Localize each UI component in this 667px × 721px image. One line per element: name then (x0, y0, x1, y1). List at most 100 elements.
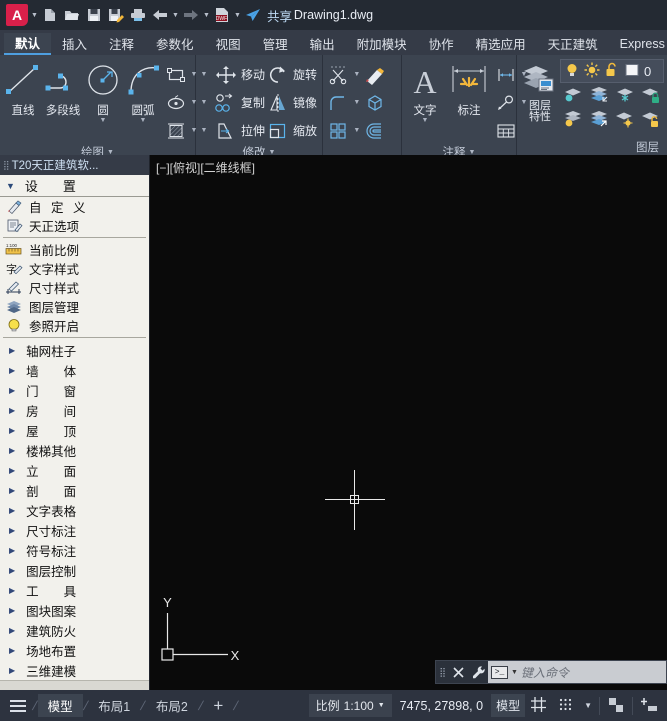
annotation-scale-selector[interactable]: 比例 1:100 ▼ (308, 694, 392, 717)
chevron-right-icon[interactable]: ▶ (9, 466, 15, 475)
chevron-right-icon[interactable]: ▶ (9, 666, 15, 675)
plot-icon[interactable] (128, 4, 148, 26)
annotation-text-button[interactable]: A 文字 ▼ (405, 59, 445, 124)
sidebar-node-fire-protection[interactable]: ▶ 建筑防火 (0, 620, 149, 640)
modify-fillet-button[interactable]: ▼ (326, 89, 362, 116)
sidebar-node-tools[interactable]: ▶ 工 具 (0, 580, 149, 600)
sidebar-item-xref-on[interactable]: 参照开启 (0, 316, 149, 335)
chevron-right-icon[interactable]: ▶ (9, 646, 15, 655)
modify-erase-button[interactable] (362, 61, 388, 88)
chevron-right-icon[interactable]: ▶ (9, 346, 15, 355)
snap-toggle-button[interactable] (552, 694, 579, 717)
sidebar-scroll[interactable]: ▼ 设 置 自 定 义 天正选项 1:100 当前比例 字 文字样式 尺寸样式 … (0, 175, 149, 680)
tab-view[interactable]: 视图 (205, 33, 252, 55)
layer-thaw-icon[interactable] (612, 107, 638, 131)
status-tab-layout2[interactable]: 布局2 (146, 694, 198, 717)
draw-ellipse-button[interactable]: ▼ (163, 89, 199, 116)
snap-dropdown-button[interactable]: ▼ (579, 694, 597, 717)
sidebar-node-elevation[interactable]: ▶ 立 面 (0, 460, 149, 480)
grid-toggle-button[interactable] (525, 694, 552, 717)
add-layout-button[interactable]: + (203, 694, 233, 717)
chevron-down-icon[interactable]: ▼ (352, 71, 362, 78)
sidebar-node-site-layout[interactable]: ▶ 场地布置 (0, 640, 149, 660)
chevron-down-icon[interactable]: ▼ (199, 127, 209, 134)
chevron-down-icon[interactable]: ▼ (352, 127, 362, 134)
layer-unlock-icon[interactable] (638, 107, 664, 131)
chevron-down-icon[interactable]: ▼ (352, 99, 362, 106)
modify-rotate-button[interactable]: 旋转 (265, 61, 317, 88)
sun-icon[interactable] (584, 62, 600, 81)
tab-collaborate[interactable]: 协作 (418, 33, 465, 55)
redo-icon[interactable] (181, 4, 201, 26)
share-label[interactable]: 共享 (267, 6, 292, 25)
application-menu-button[interactable]: A (6, 4, 28, 26)
draw-line-button[interactable]: 直线 (3, 59, 43, 118)
lightbulb-on-icon[interactable] (564, 62, 580, 81)
chevron-right-icon[interactable]: ▶ (9, 366, 15, 375)
sidebar-node-text-table[interactable]: ▶ 文字表格 (0, 500, 149, 520)
tab-parametric[interactable]: 参数化 (145, 33, 205, 55)
chevron-right-icon[interactable]: ▶ (9, 386, 15, 395)
redo-dropdown-caret[interactable]: ▼ (202, 4, 211, 26)
annotation-dimension-button[interactable]: 标注 (445, 59, 493, 118)
modify-array-dropdown[interactable]: ▼ (199, 117, 213, 144)
unlock-icon[interactable] (604, 62, 620, 81)
modify-fillet-dropdown[interactable]: ▼ (199, 89, 213, 116)
drawing-canvas[interactable]: [−][俯视][二维线框] Y X ⣿ >_ ▼ 键入命令 (150, 155, 667, 690)
sidebar-item-current-scale[interactable]: 1:100 当前比例 (0, 240, 149, 259)
sidebar-node-door-window[interactable]: ▶ 门 窗 (0, 380, 149, 400)
tab-tangent-arch[interactable]: 天正建筑 (537, 33, 609, 55)
hamburger-icon[interactable] (4, 699, 32, 712)
layer-lock-icon[interactable] (638, 83, 664, 107)
tab-manage[interactable]: 管理 (252, 33, 299, 55)
chevron-down-icon[interactable]: ▼ (378, 702, 385, 709)
modify-copy-button[interactable]: 复制 (213, 89, 265, 116)
chevron-right-icon[interactable]: ▶ (9, 426, 15, 435)
dwf-dropdown-caret[interactable]: ▼ (233, 4, 242, 26)
draw-circle-button[interactable]: 圆 ▼ (83, 59, 123, 124)
chevron-right-icon[interactable]: ▶ (9, 606, 15, 615)
tab-addins[interactable]: 附加模块 (346, 33, 418, 55)
sidebar-item-text-style[interactable]: 字 文字样式 (0, 259, 149, 278)
tab-annotate[interactable]: 注释 (98, 33, 145, 55)
chevron-right-icon[interactable]: ▶ (9, 586, 15, 595)
modify-stretch-button[interactable]: 拉伸 (213, 117, 265, 144)
modify-offset-button[interactable] (362, 117, 388, 144)
modify-array-button[interactable]: ▼ (326, 117, 362, 144)
modify-3dbox-button[interactable] (362, 89, 388, 116)
ortho-toggle-button[interactable] (602, 694, 630, 717)
draw-hatch-button[interactable]: ▼ (163, 117, 199, 144)
sidebar-node-block-pattern[interactable]: ▶ 图块图案 (0, 600, 149, 620)
sidebar-node-section[interactable]: ▶ 剖 面 (0, 480, 149, 500)
layer-properties-button[interactable]: 图层 特性 (520, 58, 560, 123)
viewport-label[interactable]: [−][俯视][二维线框] (156, 159, 255, 176)
wrench-icon[interactable] (468, 661, 488, 683)
sidebar-node-axis-columns[interactable]: ▶ 轴网柱子 (0, 340, 149, 360)
layer-unisolate-icon[interactable] (586, 107, 612, 131)
chevron-right-icon[interactable]: ▶ (9, 546, 15, 555)
sidebar-node-room[interactable]: ▶ 房 间 (0, 400, 149, 420)
sidebar-item-tangent-options[interactable]: 天正选项 (0, 216, 149, 235)
tab-default[interactable]: 默认 (4, 33, 52, 55)
tab-output[interactable]: 输出 (299, 33, 346, 55)
chevron-right-icon[interactable]: ▶ (9, 506, 15, 515)
modify-trim-button[interactable]: ▼ (326, 61, 362, 88)
modify-move-button[interactable]: 移动 (213, 61, 265, 88)
sidebar-item-customize[interactable]: 自 定 义 (0, 197, 149, 216)
status-tab-layout1[interactable]: 布局1 (88, 694, 140, 717)
modify-trim-dropdown[interactable]: ▼ (199, 61, 213, 88)
chevron-down-icon[interactable]: ▼ (6, 181, 15, 191)
drag-grip-icon[interactable]: ⣿ (436, 667, 448, 678)
tab-insert[interactable]: 插入 (51, 33, 98, 55)
layer-state-strip[interactable]: 0 (560, 59, 664, 83)
drag-grip-icon[interactable]: ⣿ (3, 160, 10, 171)
chevron-down-icon[interactable]: ▼ (511, 669, 518, 676)
dwf-export-icon[interactable]: DWF (212, 4, 232, 26)
status-tab-model[interactable]: 模型 (37, 694, 83, 717)
new-icon[interactable] (40, 4, 60, 26)
close-icon[interactable] (448, 661, 468, 683)
sidebar-item-layer-manager[interactable]: 图层管理 (0, 297, 149, 316)
chevron-down-icon[interactable]: ▼ (100, 117, 107, 124)
chevron-down-icon[interactable]: ▼ (140, 117, 147, 124)
chevron-down-icon[interactable]: ▼ (422, 117, 429, 124)
